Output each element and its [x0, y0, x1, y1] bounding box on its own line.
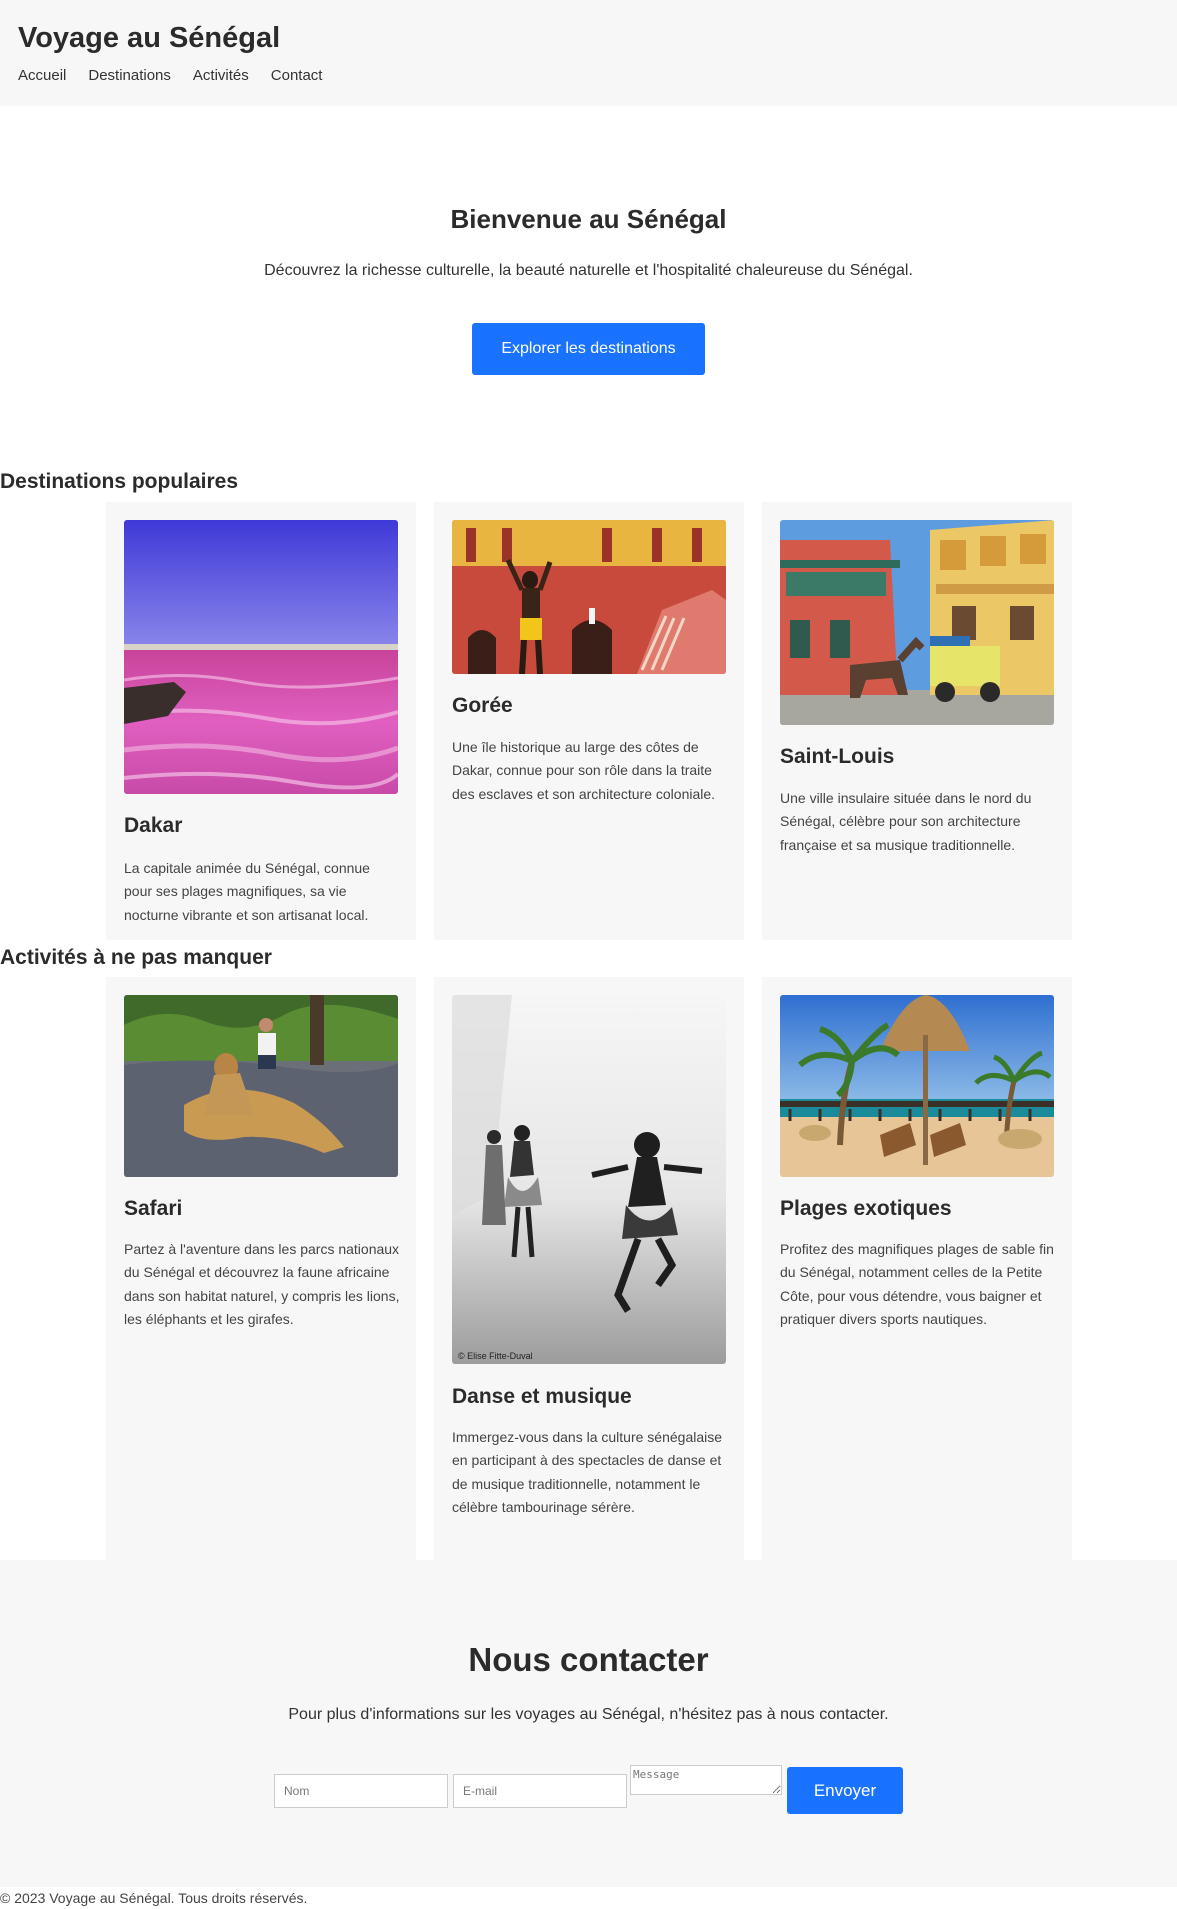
destination-card-goree: Gorée Une île historique au large des cô… [434, 502, 744, 940]
saint-louis-street-image [780, 520, 1054, 725]
photo-credit: © Elise Fitte-Duval [458, 1351, 533, 1361]
message-field[interactable] [630, 1765, 782, 1795]
footer-copyright: © 2023 Voyage au Sénégal. Tous droits ré… [0, 1890, 308, 1906]
nav-link-accueil[interactable]: Accueil [18, 67, 66, 84]
nav-link-activites[interactable]: Activités [193, 67, 249, 84]
dance-music-photo: © Elise Fitte-Duval [452, 995, 726, 1364]
destination-description: Une île historique au large des côtes de… [452, 739, 716, 802]
destination-name: Dakar [124, 814, 183, 837]
contact-section: Nous contacter Pour plus d'informations … [0, 1560, 1177, 1887]
nav-link-destinations[interactable]: Destinations [88, 67, 171, 84]
activity-name: Plages exotiques [780, 1197, 952, 1220]
safari-lions-image [124, 995, 398, 1177]
contact-title: Nous contacter [468, 1641, 709, 1678]
destination-description: Une ville insulaire située dans le nord … [780, 790, 1032, 853]
hero-title: Bienvenue au Sénégal [450, 204, 727, 234]
site-header: Voyage au Sénégal Accueil Destinations A… [0, 0, 1177, 106]
activity-card-safari: Safari Partez à l'aventure dans les parc… [106, 977, 416, 1560]
dakar-pink-lake-image [124, 520, 398, 794]
hero-text: Découvrez la richesse culturelle, la bea… [264, 262, 913, 279]
activity-card-danse-musique: © Elise Fitte-Duval Danse et musique Imm… [434, 977, 744, 1560]
destinations-section-title: Destinations populaires [0, 470, 239, 493]
exotic-beach-image [780, 995, 1054, 1177]
activity-description: Immergez-vous dans la culture sénégalais… [452, 1429, 723, 1515]
nav-link-contact[interactable]: Contact [271, 67, 323, 84]
contact-text: Pour plus d'informations sur les voyages… [288, 1706, 889, 1723]
send-button[interactable]: Envoyer [787, 1767, 903, 1814]
activity-name: Safari [124, 1197, 183, 1220]
destination-name: Gorée [452, 694, 513, 717]
activity-card-plages: Plages exotiques Profitez des magnifique… [762, 977, 1072, 1560]
goree-slave-house-image [452, 520, 726, 674]
explore-destinations-button[interactable]: Explorer les destinations [472, 323, 705, 375]
activity-description: Profitez des magnifiques plages de sable… [780, 1241, 1054, 1327]
activity-name: Danse et musique [452, 1385, 632, 1408]
activity-description: Partez à l'aventure dans les parcs natio… [124, 1241, 400, 1327]
destination-description: La capitale animée du Sénégal, connue po… [124, 860, 370, 923]
site-title: Voyage au Sénégal [18, 22, 281, 54]
main-nav: Accueil Destinations Activités Contact [18, 67, 322, 84]
destination-card-dakar: Dakar La capitale animée du Sénégal, con… [106, 502, 416, 940]
activities-section-title: Activités à ne pas manquer [0, 946, 272, 969]
email-field[interactable] [453, 1774, 627, 1808]
destination-card-saint-louis: Saint-Louis Une ville insulaire située d… [762, 502, 1072, 940]
name-field[interactable] [274, 1774, 448, 1808]
destination-name: Saint-Louis [780, 745, 895, 768]
